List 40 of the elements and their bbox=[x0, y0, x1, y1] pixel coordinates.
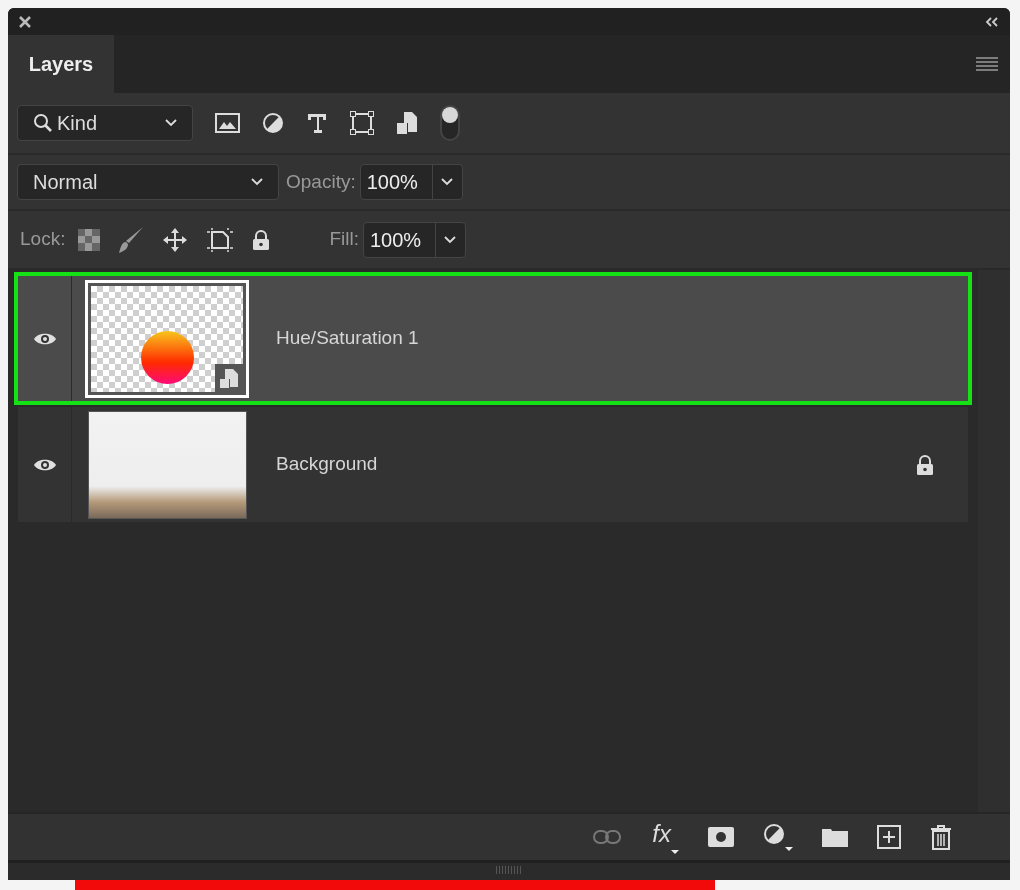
lock-transparency-icon[interactable] bbox=[78, 228, 101, 251]
artboard-icon[interactable] bbox=[206, 226, 235, 253]
filter-toggle[interactable] bbox=[440, 105, 460, 141]
layer-row[interactable]: Background bbox=[18, 407, 968, 522]
move-icon[interactable] bbox=[162, 226, 189, 253]
effects-button[interactable]: fx bbox=[650, 820, 679, 854]
layer-name: Hue/Saturation 1 bbox=[276, 326, 420, 351]
collapse-button[interactable] bbox=[984, 15, 1000, 28]
panel-menu-button[interactable] bbox=[976, 57, 998, 71]
trash-icon[interactable] bbox=[930, 824, 952, 850]
folder-icon[interactable] bbox=[822, 827, 848, 847]
brush-icon[interactable] bbox=[118, 225, 145, 254]
opacity-label: Opacity: bbox=[286, 169, 356, 194]
adjustment-filter-icon[interactable] bbox=[262, 112, 284, 134]
chevron-down-icon bbox=[444, 235, 457, 244]
fill-label: Fill: bbox=[329, 227, 359, 252]
smart-object-icon bbox=[215, 363, 243, 392]
close-button[interactable] bbox=[18, 14, 32, 29]
lock-all-icon[interactable] bbox=[252, 229, 271, 250]
chevron-down-icon bbox=[441, 178, 454, 186]
new-layer-icon[interactable] bbox=[877, 825, 901, 849]
link-icon[interactable] bbox=[593, 830, 622, 844]
chevron-down-icon bbox=[251, 178, 263, 186]
adjustment-layer-icon[interactable] bbox=[763, 823, 793, 851]
chevron-down-icon bbox=[165, 119, 177, 127]
shape-filter-icon[interactable] bbox=[350, 111, 374, 135]
search-icon bbox=[33, 113, 53, 133]
filter-dropdown[interactable]: Kind bbox=[17, 105, 193, 141]
layer-row[interactable]: Hue/Saturation 1 bbox=[14, 272, 972, 405]
resize-grip[interactable] bbox=[496, 866, 522, 874]
panel-tab[interactable]: Layers bbox=[8, 35, 114, 93]
type-filter-icon[interactable] bbox=[306, 112, 328, 134]
mask-icon[interactable] bbox=[708, 827, 734, 847]
lock-label: Lock: bbox=[20, 227, 66, 252]
layer-name: Background bbox=[276, 452, 379, 477]
smart-object-filter-icon[interactable] bbox=[396, 111, 418, 135]
image-filter-icon[interactable] bbox=[215, 113, 240, 133]
fill-field[interactable]: 100% bbox=[363, 221, 466, 258]
blend-mode-dropdown[interactable]: Normal bbox=[17, 164, 279, 200]
opacity-field[interactable]: 100% bbox=[359, 164, 463, 200]
